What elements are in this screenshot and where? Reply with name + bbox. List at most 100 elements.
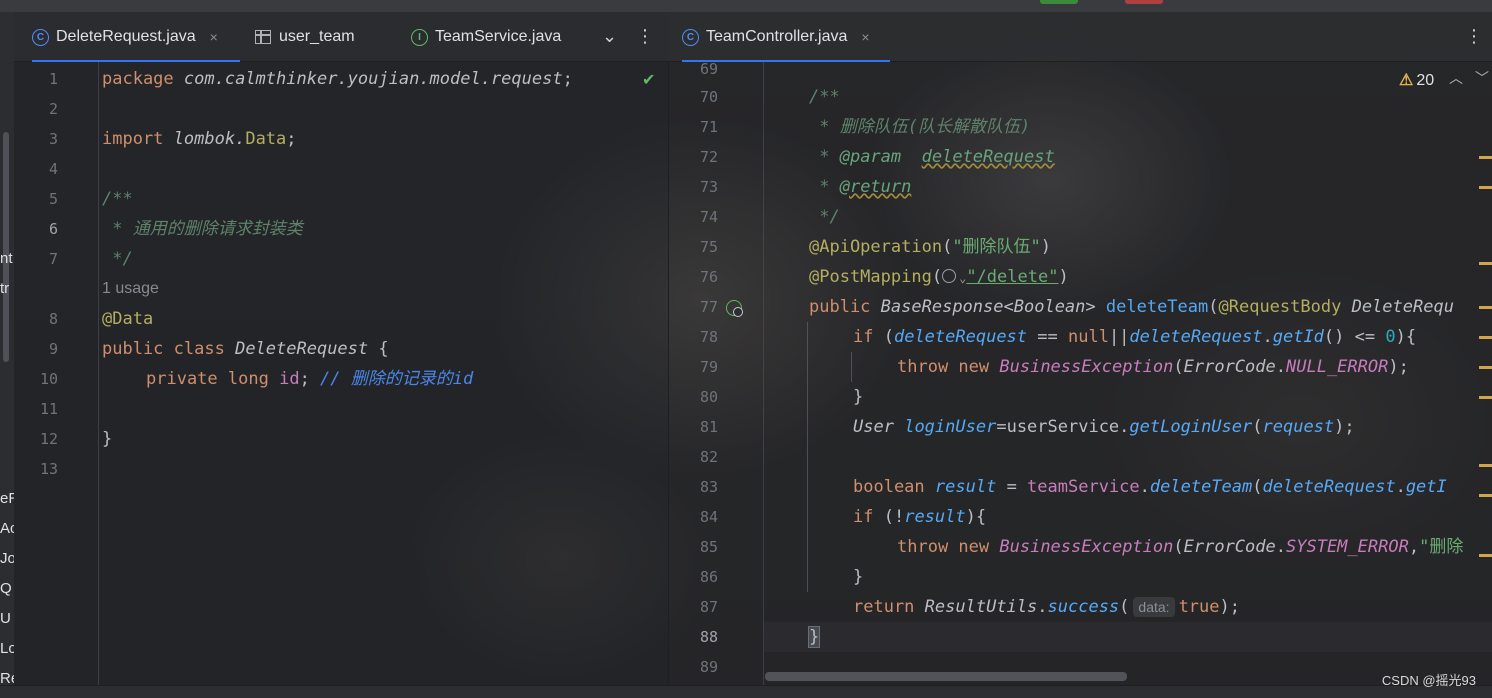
line-number: 77 — [699, 298, 718, 316]
warning-marker[interactable] — [1479, 464, 1492, 467]
tab-delete-request[interactable]: C DeleteRequest.java × — [32, 12, 240, 62]
line-number: 4 — [48, 160, 58, 178]
method-call: getI — [1405, 477, 1447, 497]
line-number: 70 — [699, 88, 718, 106]
close-icon[interactable]: × — [210, 29, 218, 45]
code-line: public BaseResponse<Boolean> deleteTeam(… — [809, 297, 1454, 317]
closing-brace: } — [102, 429, 113, 449]
closing-brace: } — [853, 567, 864, 587]
line-number: 3 — [48, 130, 58, 148]
warning-marker[interactable] — [1479, 156, 1492, 159]
tab-team-service[interactable]: I TeamService.java — [411, 12, 561, 62]
project-item[interactable]: nt — [0, 250, 14, 267]
service-field: teamService — [1027, 477, 1140, 497]
warning-marker[interactable] — [1479, 396, 1492, 399]
field-name: id — [279, 369, 300, 389]
variable: result — [904, 507, 966, 527]
current-line-highlight — [764, 622, 1492, 652]
interface-icon: I — [411, 28, 428, 46]
keyword: public class — [102, 339, 225, 359]
project-item[interactable]: Jo — [0, 550, 14, 567]
warning-marker[interactable] — [1479, 494, 1492, 497]
line-number: 1 — [48, 70, 58, 88]
line-number: 85 — [699, 538, 718, 556]
warning-marker[interactable] — [1479, 336, 1492, 339]
variable: loginUser — [904, 417, 997, 437]
annotation: @ApiOperation — [809, 237, 943, 257]
tab-label: TeamService.java — [435, 28, 562, 45]
scrollbar[interactable] — [3, 132, 9, 362]
url-string[interactable]: "/delete" — [966, 267, 1058, 287]
parameter-hint: data: — [1133, 597, 1175, 617]
watermark: CSDN @摇光93 — [1381, 673, 1476, 688]
next-highlight-icon[interactable]: ﹀ — [1475, 68, 1489, 88]
usages-hint[interactable]: 1 usage — [102, 274, 159, 304]
tab-user-team[interactable]: user_team — [255, 12, 355, 62]
warning-marker[interactable] — [1479, 262, 1492, 265]
code-line: return ResultUtils.success(data: true); — [853, 597, 1240, 617]
line-number: 89 — [699, 658, 718, 676]
line-number: 10 — [39, 370, 58, 388]
more-options-icon[interactable]: ⋮ — [636, 12, 654, 62]
class-name: ErrorCode — [1183, 537, 1276, 557]
line-number: 72 — [699, 148, 718, 166]
keyword: public — [809, 297, 871, 317]
doc-comment: */ — [102, 249, 133, 269]
keyword: throw new — [897, 357, 990, 377]
line-number: 2 — [48, 100, 58, 118]
table-icon — [255, 30, 271, 44]
stop-indicator — [1125, 0, 1163, 4]
line-number: 82 — [699, 448, 718, 466]
code-line: throw new BusinessException(ErrorCode.SY… — [897, 537, 1464, 557]
web-globe-icon[interactable] — [733, 307, 743, 317]
previous-highlight-icon[interactable]: ︿ — [1449, 68, 1463, 88]
line-number: 13 — [39, 460, 58, 478]
project-item[interactable]: tr — [0, 280, 14, 297]
tab-label: DeleteRequest.java — [56, 28, 196, 45]
doc-comment: /** — [809, 87, 840, 107]
exception-class: BusinessException — [999, 357, 1174, 377]
class-icon: C — [32, 28, 49, 46]
horizontal-scrollbar[interactable] — [765, 672, 1127, 681]
warning-marker[interactable] — [1479, 366, 1492, 369]
annotation: @PostMapping — [809, 267, 932, 287]
line-number: 7 — [48, 250, 58, 268]
keyword: if — [853, 507, 874, 527]
left-editor[interactable]: ✔ 1 2 3 4 5 6 7 8 9 10 11 12 13 package … — [14, 62, 668, 685]
line-number: 12 — [39, 430, 58, 448]
right-editor[interactable]: ⚠ 20 ︿ ﹀ 69 70 71 72 73 74 75 76 77 78 79… — [668, 60, 1492, 685]
keyword: import — [102, 129, 164, 149]
variable: result — [934, 477, 997, 497]
warning-marker[interactable] — [1479, 186, 1492, 189]
code-line: } — [807, 622, 821, 652]
line-number: 8 — [48, 310, 58, 328]
project-item[interactable]: Ac — [0, 520, 14, 537]
more-options-icon[interactable]: ⋮ — [1465, 12, 1483, 62]
project-item[interactable]: Q — [0, 580, 14, 597]
close-icon[interactable]: × — [861, 29, 869, 45]
line-number: 75 — [699, 238, 718, 256]
tab-team-controller[interactable]: C TeamController.java × — [682, 12, 890, 62]
doc-param-name: deleteRequest — [921, 147, 1055, 167]
tab-label: user_team — [279, 28, 355, 45]
line-number: 76 — [699, 268, 718, 286]
project-item[interactable]: Lo — [0, 640, 14, 657]
method-call: success — [1047, 597, 1120, 617]
line-number: 78 — [699, 328, 718, 346]
line-number: 11 — [39, 400, 58, 418]
warning-marker[interactable] — [1479, 306, 1492, 309]
project-item[interactable]: eR — [0, 490, 14, 507]
no-problems-check-icon[interactable]: ✔ — [642, 70, 655, 89]
line-number: 74 — [699, 208, 718, 226]
string-literal: "删除队伍" — [952, 237, 1041, 257]
static-field: SYSTEM_ERROR — [1286, 537, 1409, 557]
chevron-down-icon[interactable]: ⌄ — [602, 12, 617, 62]
line-number: 86 — [699, 568, 718, 586]
warning-marker[interactable] — [1479, 554, 1492, 557]
warnings-indicator[interactable]: ⚠ 20 — [1399, 70, 1434, 90]
globe-icon[interactable] — [942, 269, 957, 283]
project-item[interactable]: U — [0, 610, 14, 627]
string-literal: "删除 — [1419, 537, 1464, 557]
class-icon: C — [682, 28, 699, 46]
closing-brace-matched: } — [807, 626, 821, 648]
